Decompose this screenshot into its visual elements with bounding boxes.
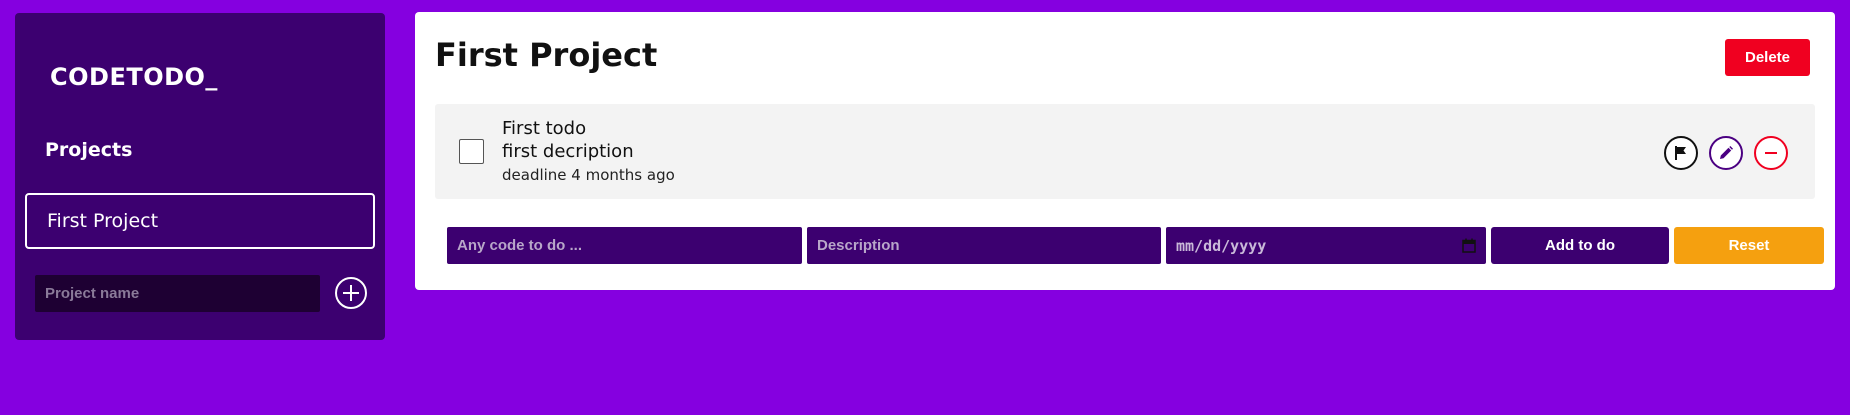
todo-title: First todo (502, 118, 587, 139)
remove-todo-button[interactable] (1754, 136, 1788, 170)
main-panel: First Project Delete First todo first de… (415, 12, 1835, 290)
date-placeholder: mm/dd/yyyy (1176, 236, 1267, 255)
app-logo: CODETODO_ (50, 63, 218, 91)
minus-circle-icon (1765, 152, 1777, 154)
todo-item: First todo first decription deadline 4 m… (435, 104, 1815, 199)
flag-button[interactable] (1664, 136, 1698, 170)
project-item-label: First Project (47, 210, 159, 232)
flag-icon (1675, 146, 1686, 160)
page-title: First Project (435, 36, 658, 74)
todo-code-input[interactable] (447, 227, 802, 264)
todo-description: first decription (502, 141, 634, 162)
plus-circle-icon (343, 285, 359, 301)
delete-project-button[interactable]: Delete (1725, 39, 1810, 76)
add-todo-button[interactable]: Add to do (1491, 227, 1669, 264)
reset-button[interactable]: Reset (1674, 227, 1824, 264)
add-project-button[interactable] (335, 277, 367, 309)
sidebar: CODETODO_ Projects First Project (15, 13, 385, 340)
sidebar-item-first-project[interactable]: First Project (25, 193, 375, 249)
project-name-input[interactable] (35, 275, 320, 312)
edit-todo-button[interactable] (1709, 136, 1743, 170)
todo-deadline: deadline 4 months ago (502, 166, 675, 184)
todo-description-input[interactable] (807, 227, 1161, 264)
todo-checkbox[interactable] (459, 139, 484, 164)
deadline-date-input[interactable]: mm/dd/yyyy (1166, 227, 1486, 264)
projects-heading: Projects (45, 139, 133, 161)
pencil-icon (1720, 146, 1733, 159)
calendar-icon (1462, 238, 1476, 253)
